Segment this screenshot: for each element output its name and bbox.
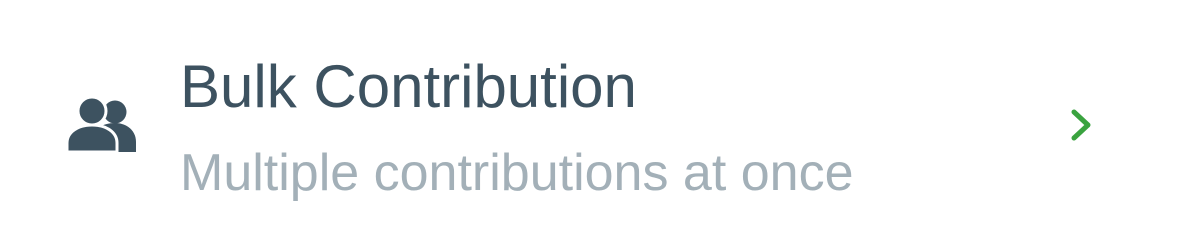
chevron-right-icon	[1069, 108, 1095, 142]
users-icon	[66, 96, 138, 154]
row-text: Bulk Contribution Multiple contributions…	[180, 52, 1060, 204]
row-title: Bulk Contribution	[180, 53, 637, 120]
bulk-contribution-row[interactable]: Bulk Contribution Multiple contributions…	[0, 0, 1179, 248]
row-subtitle: Multiple contributions at once	[180, 144, 854, 202]
